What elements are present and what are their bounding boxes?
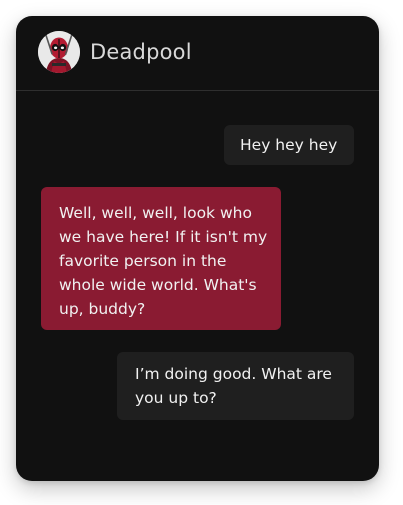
deadpool-avatar-icon[interactable]	[38, 31, 80, 73]
message-bubble-incoming: Well, well, well, look who we have here!…	[41, 187, 281, 330]
contact-name: Deadpool	[90, 40, 192, 64]
message-bubble-outgoing: Hey hey hey	[224, 125, 354, 165]
chat-header: Deadpool	[16, 16, 379, 91]
message-bubble-outgoing: I’m doing good. What are you up to?	[117, 352, 354, 420]
avatar-image	[38, 31, 80, 73]
chat-window: Deadpool Hey hey hey Well, well, well, l…	[16, 16, 379, 481]
